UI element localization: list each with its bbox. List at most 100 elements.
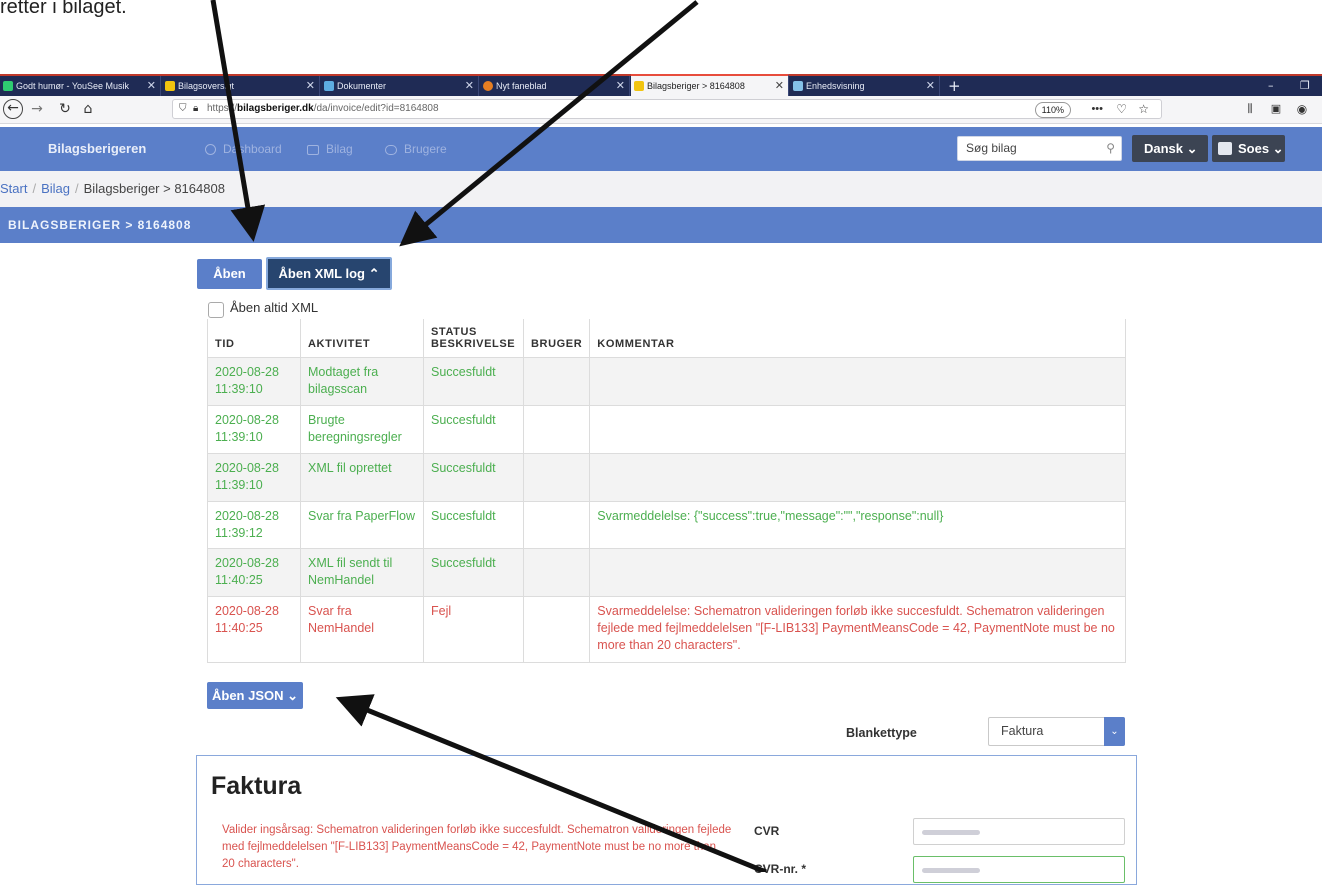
address-bar[interactable]: ⛉ 🔒︎ https://bilagsberiger.dk/da/invoice… bbox=[172, 99, 1162, 119]
cell-user bbox=[522, 501, 591, 549]
breadcrumb-separator: / bbox=[32, 181, 37, 196]
url-domain: bilagsberiger.dk bbox=[237, 103, 314, 114]
cell-time: 2020-08-28 11:40:25 bbox=[207, 596, 301, 663]
brand-logo[interactable]: Bilagsberigeren bbox=[48, 127, 146, 171]
cell-comment: Svarmeddelelse: Schematron valideringen … bbox=[589, 596, 1126, 663]
close-tab-icon[interactable]: ✕ bbox=[616, 76, 625, 96]
open-json-button[interactable]: Åben JSON ⌄ bbox=[207, 682, 303, 709]
cell-user bbox=[522, 548, 591, 597]
open-bilag-button[interactable]: Åben bilag bbox=[197, 259, 262, 311]
nav-label: Brugere bbox=[404, 142, 447, 156]
back-arrow-icon[interactable]: ← bbox=[3, 99, 23, 119]
page-title-bar: BILAGSBERIGER > 8164808 bbox=[0, 207, 1322, 243]
bookmark-star-icon[interactable]: ☆ bbox=[1138, 100, 1149, 118]
table-row: 2020-08-28 11:39:10 Brugte beregningsreg… bbox=[207, 405, 1126, 454]
close-tab-icon[interactable]: ✕ bbox=[926, 76, 935, 96]
column-header: KOMMENTAR bbox=[589, 319, 1126, 358]
open-xml-log-button[interactable]: Åben XML log ⌃ bbox=[266, 257, 392, 290]
blankettype-value: Faktura bbox=[1001, 724, 1044, 738]
close-tab-icon[interactable]: ✕ bbox=[465, 76, 474, 96]
nav-dashboard[interactable]: Dashboard bbox=[205, 127, 282, 171]
cell-comment bbox=[589, 453, 1126, 502]
library-icon[interactable]: ⫼ bbox=[1240, 99, 1260, 119]
tab-favicon-icon bbox=[324, 81, 334, 91]
nav-bilag[interactable]: Bilag bbox=[307, 127, 353, 171]
nav-brugere[interactable]: Brugere bbox=[385, 127, 447, 171]
url-prefix: https:// bbox=[207, 103, 238, 114]
user-menu[interactable]: Soes ⌄ bbox=[1212, 135, 1285, 162]
nav-label: Bilag bbox=[326, 142, 353, 156]
cell-time: 2020-08-28 11:40:25 bbox=[207, 548, 301, 597]
language-dropdown[interactable]: Dansk ⌄ bbox=[1132, 135, 1208, 162]
close-tab-icon[interactable]: ✕ bbox=[306, 76, 315, 96]
restore-button[interactable]: ❐ bbox=[1300, 76, 1310, 96]
cell-comment bbox=[589, 405, 1126, 454]
app-header: Bilagsberigeren Dashboard Bilag Brugere … bbox=[0, 127, 1322, 171]
cell-activity: Brugte beregningsregler bbox=[300, 405, 424, 454]
browser-tab[interactable]: Enhedsvisning ✕ bbox=[790, 76, 940, 96]
breadcrumb-start[interactable]: Start bbox=[0, 181, 27, 196]
browser-tab[interactable]: Dokumenter ✕ bbox=[321, 76, 479, 96]
breadcrumb-bilag[interactable]: Bilag bbox=[41, 181, 70, 196]
search-placeholder: Søg bilag bbox=[966, 141, 1017, 155]
cell-user bbox=[522, 357, 591, 406]
sidebar-icon[interactable]: ▣ bbox=[1266, 99, 1286, 119]
cell-comment bbox=[589, 548, 1126, 597]
cvr-field[interactable] bbox=[913, 818, 1125, 845]
tab-favicon-icon bbox=[165, 81, 175, 91]
account-icon[interactable]: ◉ bbox=[1292, 99, 1312, 119]
reload-icon[interactable]: ↻ bbox=[55, 99, 75, 119]
cvr-nr-field[interactable] bbox=[913, 856, 1125, 883]
breadcrumb-current: Bilagsberiger > 8164808 bbox=[83, 181, 225, 196]
pocket-icon[interactable]: ♡ bbox=[1116, 100, 1127, 118]
browser-toolbar: ← → ↻ ⌂ ⛉ 🔒︎ https://bilagsberiger.dk/da… bbox=[0, 96, 1322, 124]
cell-activity: Modtaget fra bilagsscan bbox=[300, 357, 424, 406]
page-title: BILAGSBERIGER > 8164808 bbox=[8, 218, 192, 232]
cell-user bbox=[522, 596, 591, 663]
browser-tab[interactable]: Bilagsoversigt ✕ bbox=[162, 76, 320, 96]
blankettype-select[interactable]: Faktura ⌄ bbox=[988, 717, 1125, 746]
cell-status: Succesfuldt bbox=[423, 357, 524, 406]
home-icon[interactable]: ⌂ bbox=[78, 99, 98, 119]
table-row-error: 2020-08-28 11:40:25 Svar fra NemHandel F… bbox=[207, 596, 1126, 663]
dashboard-icon bbox=[205, 144, 216, 156]
lock-icon: 🔒︎ bbox=[193, 103, 199, 114]
shield-icon: ⛉ bbox=[179, 103, 187, 114]
tab-favicon-icon bbox=[3, 81, 13, 91]
breadcrumb-separator: / bbox=[75, 181, 79, 196]
cell-time: 2020-08-28 11:39:12 bbox=[207, 501, 301, 549]
cvr-nr-label: CVR-nr. * bbox=[754, 862, 807, 876]
tab-label: Bilagsoversigt bbox=[178, 81, 235, 91]
cell-status: Succesfuldt bbox=[423, 453, 524, 502]
tab-favicon-icon bbox=[793, 81, 803, 91]
blankettype-label: Blankettype bbox=[846, 726, 917, 740]
new-tab-button[interactable]: + bbox=[948, 76, 961, 96]
cell-activity: XML fil sendt til NemHandel bbox=[300, 548, 424, 597]
cell-status: Succesfuldt bbox=[423, 501, 524, 549]
chevron-down-icon[interactable]: ⌄ bbox=[1104, 717, 1125, 746]
browser-tab[interactable]: Godt humør - YouSee Musik ✕ bbox=[0, 76, 161, 96]
browser-tab[interactable]: Nyt faneblad ✕ bbox=[480, 76, 630, 96]
forward-arrow-icon[interactable]: → bbox=[27, 99, 47, 119]
minimize-button[interactable]: – bbox=[1268, 76, 1274, 96]
nav-label: Dashboard bbox=[223, 142, 282, 156]
tab-label: Nyt faneblad bbox=[496, 81, 547, 91]
always-xml-checkbox[interactable] bbox=[208, 302, 224, 318]
column-header: TID bbox=[207, 319, 301, 358]
search-input[interactable]: Søg bilag ⚲ bbox=[957, 136, 1122, 161]
zoom-level-badge[interactable]: 110% bbox=[1034, 102, 1071, 118]
validation-error-text: Valider ingsårsag: Schematron validering… bbox=[222, 824, 732, 870]
avatar bbox=[1218, 142, 1232, 155]
blurred-value bbox=[922, 830, 980, 835]
column-header: BRUGER bbox=[522, 319, 591, 358]
browser-tab-active[interactable]: Bilagsberiger > 8164808 ✕ bbox=[631, 74, 789, 96]
page-actions-icon[interactable]: ••• bbox=[1091, 100, 1103, 118]
tab-favicon-icon bbox=[634, 81, 644, 91]
close-tab-icon[interactable]: ✕ bbox=[147, 76, 156, 96]
column-header: STATUS BESKRIVELSE bbox=[423, 319, 524, 358]
cell-status: Fejl bbox=[423, 596, 524, 663]
blurred-value bbox=[922, 868, 980, 873]
close-tab-icon[interactable]: ✕ bbox=[775, 76, 784, 96]
search-icon[interactable]: ⚲ bbox=[1106, 137, 1115, 160]
cell-time: 2020-08-28 11:39:10 bbox=[207, 405, 301, 454]
